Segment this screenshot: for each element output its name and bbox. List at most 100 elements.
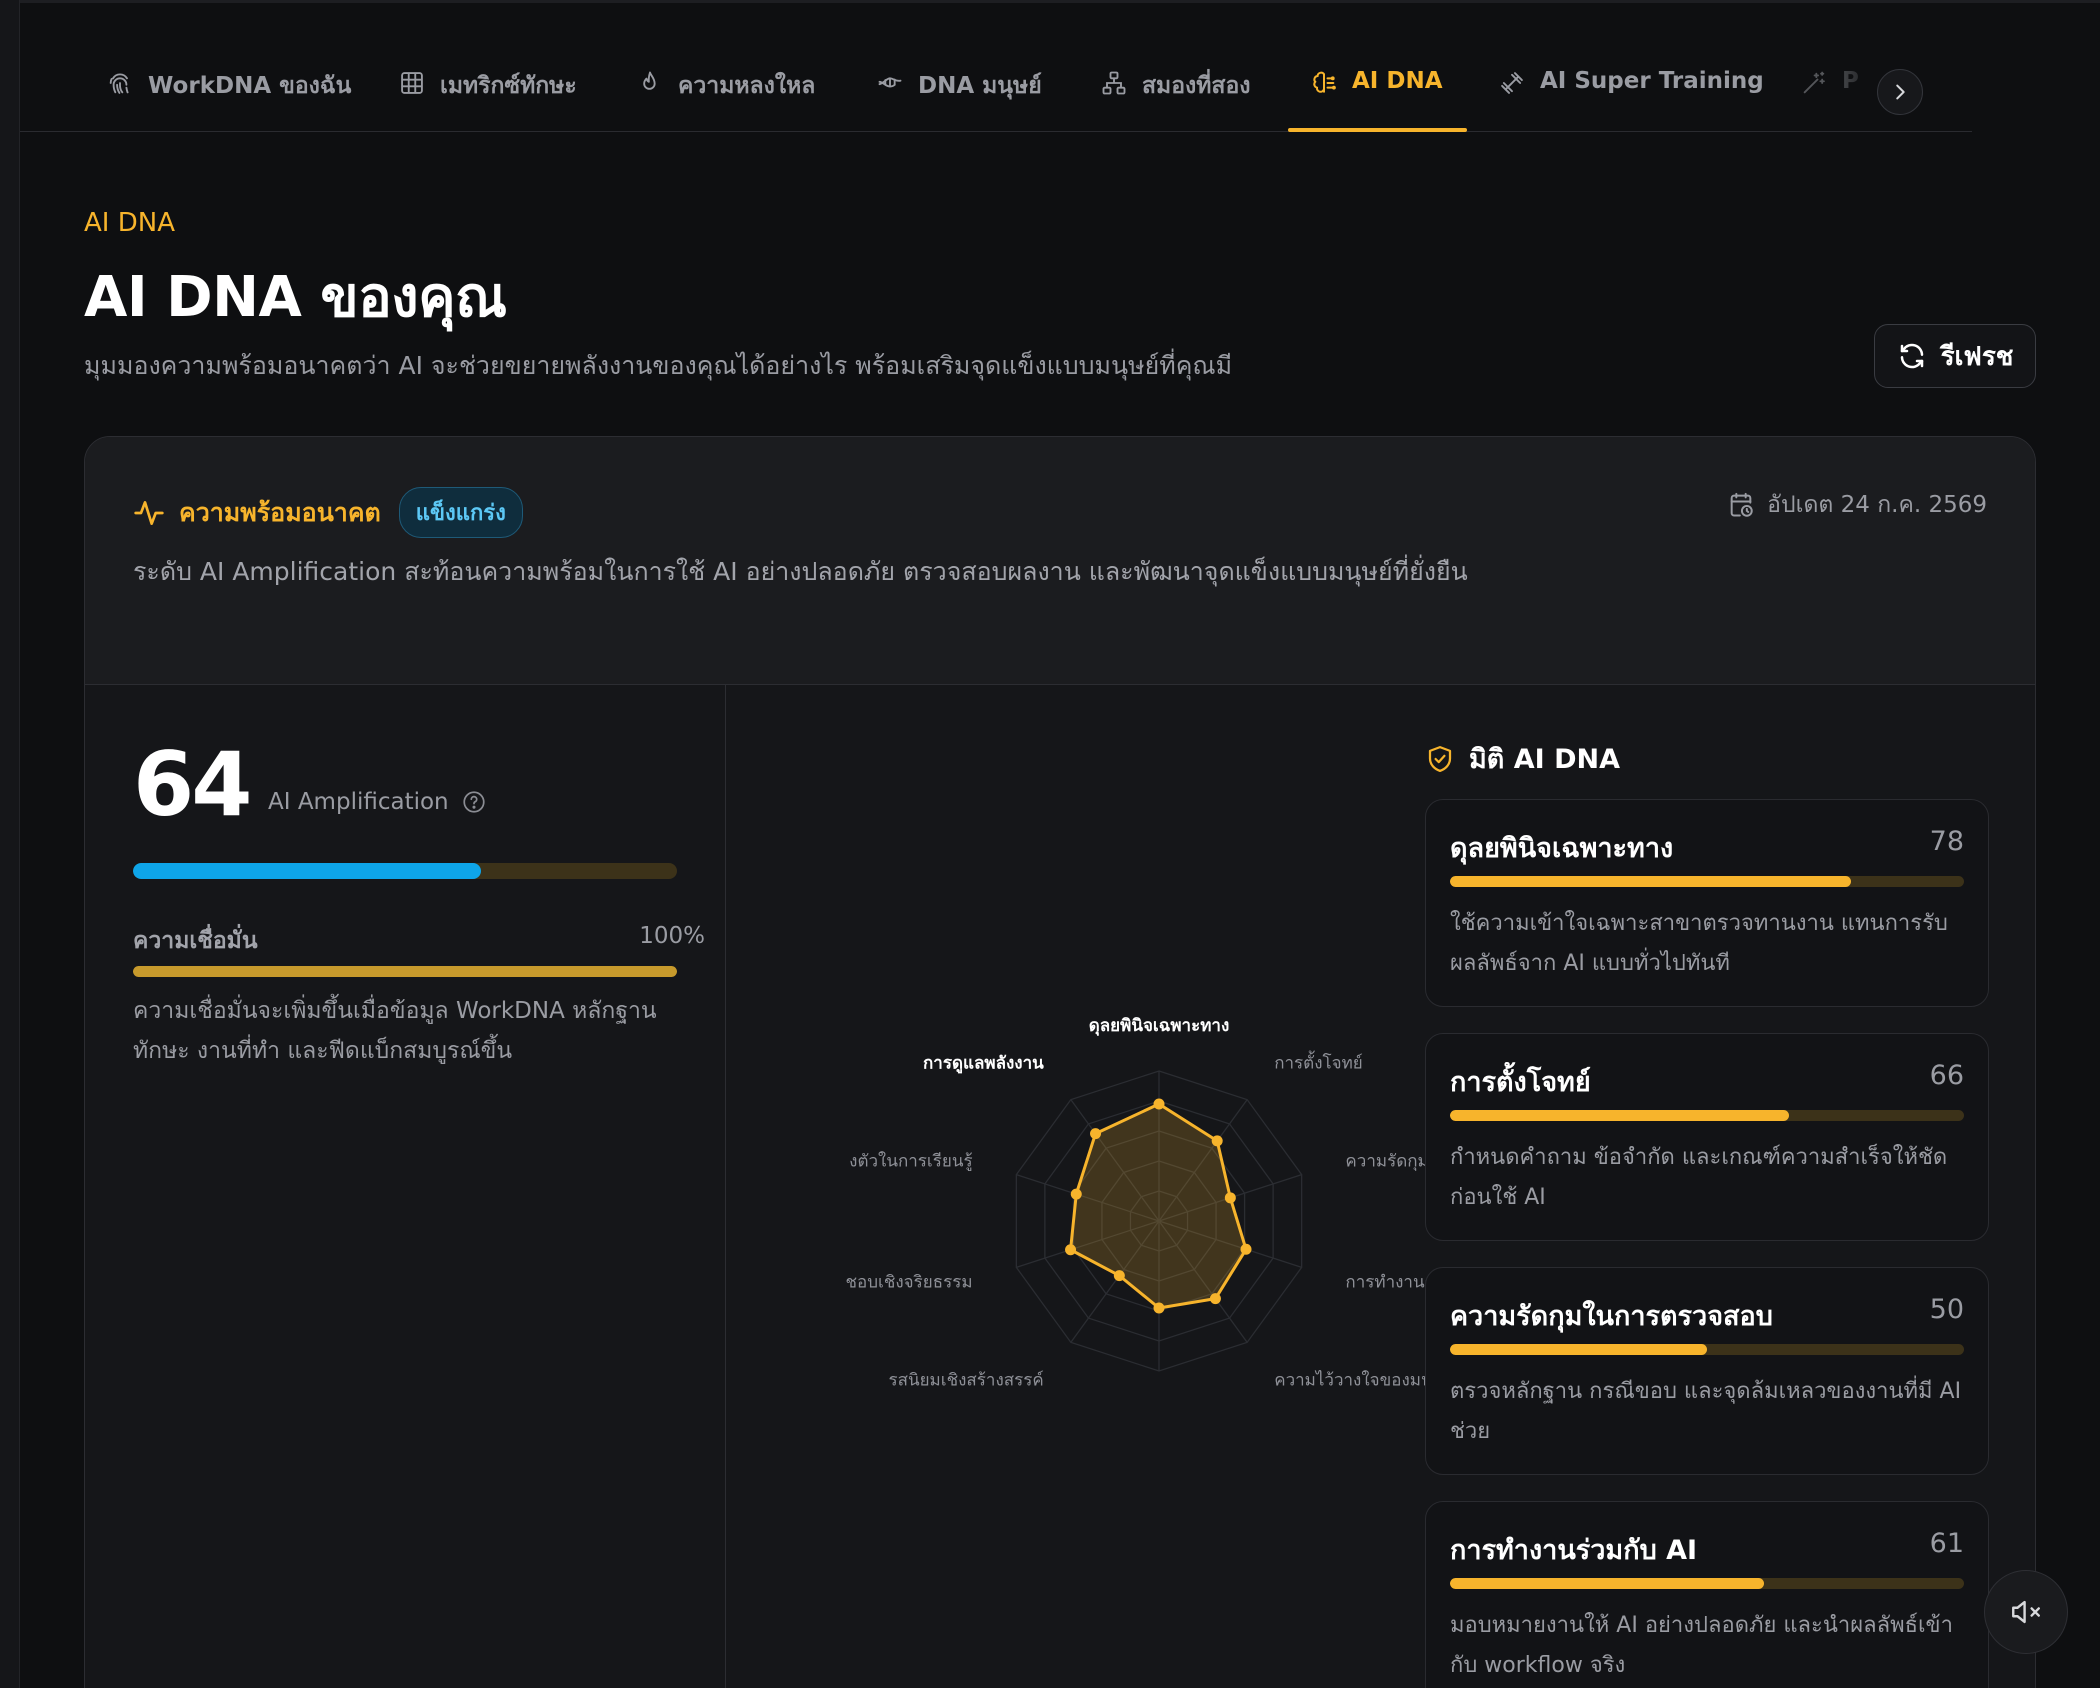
- dimension-card: การตั้งโจทย์ 66 กำหนดคำถาม ข้อจำกัด และเ…: [1425, 1033, 1989, 1241]
- radar-point: [1153, 1302, 1165, 1314]
- tab-second-brain[interactable]: สมองที่สอง: [1100, 68, 1251, 132]
- dimension-card: ความรัดกุมในการตรวจสอบ 50 ตรวจหลักฐาน กร…: [1425, 1267, 1989, 1475]
- ai-dna-radar-chart: ดุลยพินิจเฉพาะทางการตั้งโจทย์ความรัดกุมใ…: [845, 1016, 1426, 1386]
- dimension-score: 78: [1929, 826, 1964, 857]
- radar-axis-label: การตั้งโจทย์: [1274, 1050, 1363, 1073]
- radar-axis-label: การดูแลพลังงาน: [923, 1053, 1044, 1074]
- dimension-description: ใช้ความเข้าใจเฉพาะสาขาตรวจทานงาน แทนการร…: [1450, 911, 1948, 976]
- tab-label: เมทริกซ์ทักษะ: [440, 73, 577, 99]
- readiness-row: ความพร้อมอนาคต แข็งแกร่ง: [133, 487, 523, 538]
- dimension-progress-fill: [1450, 1344, 1707, 1355]
- radar-axis-label: ความรัดกุมในกา: [1345, 1150, 1426, 1171]
- dimension-progress: [1450, 876, 1964, 887]
- dimension-name: การตั้งโจทย์: [1450, 1067, 1591, 1098]
- refresh-icon: [1900, 343, 1923, 369]
- radar-axis-label: ดุลยพินิจเฉพาะทาง: [1089, 1016, 1230, 1036]
- dimension-score: 50: [1929, 1294, 1964, 1325]
- tab-label: DNA มนุษย์: [918, 73, 1042, 99]
- radar-axis-label: รสนิยมเชิงสร้างสรรค์: [888, 1371, 1043, 1386]
- readiness-badge: แข็งแกร่ง: [398, 487, 523, 538]
- readiness-label: ความพร้อมอนาคต: [179, 497, 381, 527]
- radar-point: [1090, 1128, 1102, 1140]
- tab-skill-matrix[interactable]: เมทริกซ์ทักษะ: [398, 68, 577, 132]
- refresh-button[interactable]: รีเฟรช: [1874, 324, 2036, 388]
- radar-point: [1211, 1135, 1223, 1147]
- dimension-name: ดุลยพินิจเฉพาะทาง: [1450, 833, 1674, 864]
- page-title: AI DNA ของคุณ: [84, 265, 507, 330]
- mute-button[interactable]: [1984, 1570, 2068, 1654]
- tab-bar: WorkDNA ของฉัน เมทริกซ์ทักษะ ความหลงใหล …: [20, 40, 1972, 132]
- tab-human-dna[interactable]: DNA มนุษย์: [876, 68, 1042, 132]
- confidence-label: ความเชื่อมั่น: [133, 928, 258, 954]
- dimension-description: มอบหมายงานให้ AI อย่างปลอดภัย และนำผลลัพ…: [1450, 1613, 1953, 1678]
- confidence-progress-fill: [133, 966, 677, 977]
- dimension-progress-fill: [1450, 876, 1851, 887]
- radar-point: [1065, 1244, 1077, 1256]
- confidence-value: 100%: [639, 923, 705, 949]
- confidence-progress: [133, 966, 677, 977]
- tab-ai-dna[interactable]: AI DNA: [1288, 68, 1466, 132]
- speaker-muted-icon: [2012, 1600, 2040, 1624]
- radar-point: [1113, 1270, 1125, 1282]
- dimension-score: 61: [1929, 1528, 1964, 1559]
- refresh-label: รีเฟรช: [1940, 340, 2014, 371]
- dimension-name: ความรัดกุมในการตรวจสอบ: [1450, 1301, 1773, 1332]
- sidebar-edge: [0, 0, 20, 1688]
- window-top-edge: [0, 0, 2100, 3]
- dimension-progress: [1450, 1344, 1964, 1355]
- page-eyebrow: AI DNA: [84, 208, 175, 238]
- tab-label: WorkDNA ของฉัน: [148, 73, 352, 99]
- radar-axis-label: ความไว้วางใจของมนุษย์: [1274, 1370, 1426, 1386]
- confidence-description: ความเชื่อมั่นจะเพิ่มขึ้นเมื่อข้อมูล Work…: [133, 998, 657, 1064]
- ai-dna-card: ความพร้อมอนาคต แข็งแกร่ง อัปเดต 24 ก.ค. …: [84, 436, 2036, 1688]
- tab-ai-super-training[interactable]: AI Super Training: [1498, 68, 1764, 132]
- updated-text: อัปเดต 24 ก.ค. 2569: [1767, 492, 1987, 518]
- card-header: ความพร้อมอนาคต แข็งแกร่ง อัปเดต 24 ก.ค. …: [85, 437, 2035, 685]
- dimension-name: การทำงานร่วมกับ AI: [1450, 1535, 1698, 1566]
- dimension-progress-fill: [1450, 1110, 1790, 1121]
- dumbbell-icon: [1501, 72, 1523, 94]
- amplification-progress: [133, 863, 677, 879]
- grid-icon: [401, 72, 423, 94]
- dna-icon: [878, 77, 902, 88]
- dimension-progress: [1450, 1578, 1964, 1589]
- tab-passion[interactable]: ความหลงใหล: [636, 68, 815, 132]
- dimension-progress-fill: [1450, 1578, 1764, 1589]
- radar-axis-label: การทำงานร่วมกั: [1345, 1273, 1426, 1293]
- page-subtitle: มุมมองความพร้อมอนาคตว่า AI จะช่วยขยายพลั…: [84, 351, 1233, 380]
- chevron-right-icon: [1896, 84, 1905, 100]
- tab-workdna[interactable]: WorkDNA ของฉัน: [106, 68, 351, 132]
- pulse-icon: [134, 500, 164, 525]
- amplification-progress-fill: [133, 863, 482, 879]
- dimension-description: กำหนดคำถาม ข้อจำกัด และเกณฑ์ความสำเร็จให…: [1450, 1145, 1948, 1210]
- dimension-card: ดุลยพินิจเฉพาะทาง 78 ใช้ความเข้าใจเฉพาะส…: [1425, 799, 1989, 1007]
- fingerprint-icon: [109, 73, 129, 94]
- help-icon[interactable]: [461, 789, 487, 815]
- radar-point: [1070, 1188, 1082, 1200]
- dimension-description: ตรวจหลักฐาน กรณีขอบ และจุดล้มเหลวของงานท…: [1450, 1379, 1962, 1444]
- radar-axis-label: งตัวในการเรียนรู้: [849, 1150, 972, 1171]
- tab-label: ความหลงใหล: [678, 73, 816, 99]
- ai-amplification-score: 64: [133, 733, 252, 836]
- radar-point: [1224, 1192, 1236, 1204]
- dimension-progress: [1450, 1110, 1964, 1121]
- dimension-card: การทำงานร่วมกับ AI 61 มอบหมายงานให้ AI อ…: [1425, 1501, 1989, 1688]
- brain-icon: [1313, 71, 1336, 93]
- dimensions-heading: มิติ AI DNA: [1425, 737, 1620, 780]
- radar-point: [1153, 1098, 1165, 1110]
- shield-check-icon: [1428, 745, 1452, 772]
- tab-label: AI Super Training: [1540, 68, 1764, 94]
- dimensions-title: มิติ AI DNA: [1469, 744, 1620, 775]
- radar-axis-label: ชอบเชิงจริยธรรม: [845, 1273, 972, 1293]
- card-description: ระดับ AI Amplification สะท้อนความพร้อมใน…: [133, 557, 1468, 586]
- magic-wand-icon: [1803, 71, 1825, 94]
- score-label-text: AI Amplification: [268, 789, 449, 815]
- tab-label: สมองที่สอง: [1142, 73, 1251, 99]
- tabs-scroll-right-button[interactable]: [1877, 69, 1923, 115]
- network-icon: [1102, 71, 1126, 95]
- calendar-clock-icon: [1730, 492, 1753, 517]
- radar-point: [1209, 1293, 1221, 1305]
- radar-point: [1240, 1243, 1252, 1255]
- tab-label: AI DNA: [1352, 68, 1443, 94]
- dimension-score: 66: [1929, 1060, 1964, 1091]
